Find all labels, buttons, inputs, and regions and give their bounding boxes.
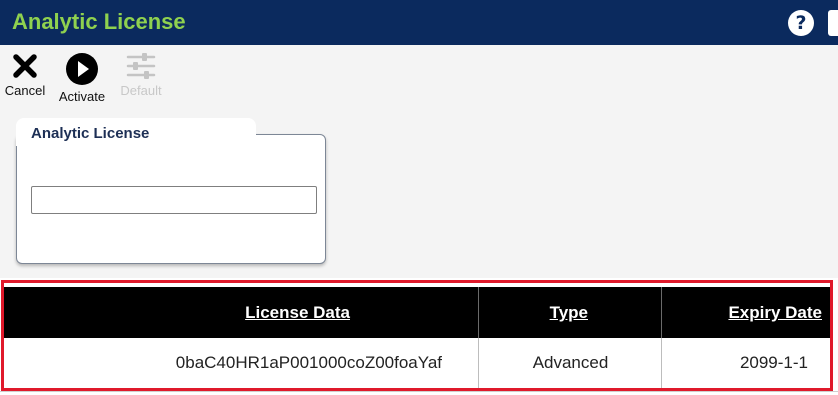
cell-license-data: 0baC40HR1aP001000coZ00foaYaf <box>175 353 442 372</box>
help-icon[interactable]: ? <box>788 10 814 36</box>
license-input[interactable] <box>31 186 317 214</box>
column-divider <box>661 338 662 388</box>
column-header-type[interactable]: Type <box>478 287 596 338</box>
content-area: Analytic License <box>0 111 838 278</box>
toolbar: Cancel Activate Default <box>0 45 838 111</box>
default-label: Default <box>120 83 162 98</box>
table-header: License Data Type Expiry Date <box>3 287 830 338</box>
sliders-icon <box>126 53 156 79</box>
window-title: Analytic License <box>12 9 186 34</box>
default-button[interactable]: Default <box>113 51 169 109</box>
close-icon <box>13 54 37 78</box>
cell-type: Advanced <box>532 353 609 372</box>
activate-button[interactable]: Activate <box>51 51 113 109</box>
license-table: License Data Type Expiry Date 0baC40HR1a… <box>0 278 838 395</box>
play-circle-icon <box>66 53 98 85</box>
cell-expiry-date: 2099-1-1 <box>739 353 808 372</box>
cancel-button[interactable]: Cancel <box>0 51 50 109</box>
column-header-license-data[interactable]: License Data <box>3 287 358 338</box>
window-control-icon[interactable] <box>828 10 838 36</box>
activate-label: Activate <box>58 89 106 104</box>
title-bar: Analytic License ? <box>0 0 838 45</box>
cancel-label: Cancel <box>4 83 46 98</box>
divider <box>0 391 838 392</box>
panel-title: Analytic License <box>31 125 150 142</box>
column-header-expiry-date[interactable]: Expiry Date <box>661 287 830 338</box>
table-row[interactable]: 0baC40HR1aP001000coZ00foaYaf Advanced 20… <box>3 338 830 388</box>
